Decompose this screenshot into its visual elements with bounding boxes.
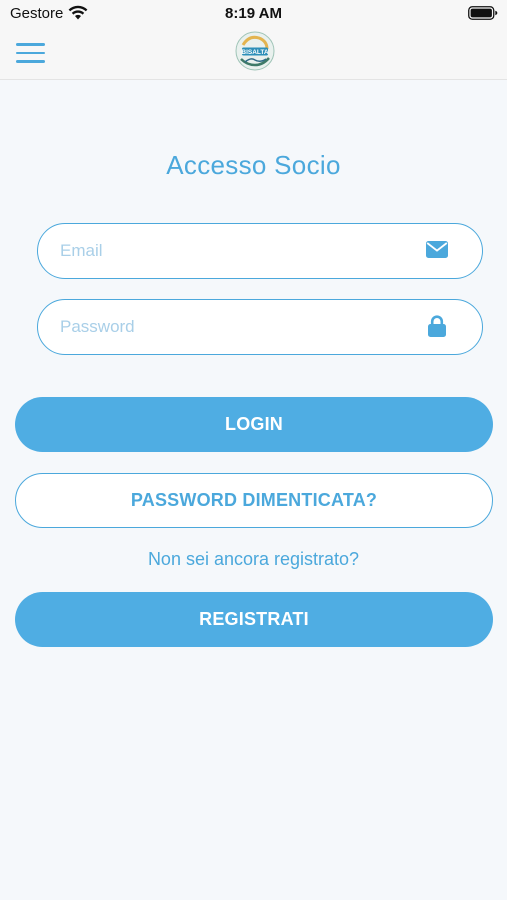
forgot-password-button[interactable]: PASSWORD DIMENTICATA?	[15, 473, 493, 528]
lock-icon	[428, 315, 446, 342]
clock-time: 8:19 AM	[225, 5, 282, 22]
envelope-icon	[426, 241, 448, 263]
status-bar: Gestore 8:19 AM	[0, 0, 507, 28]
logo-text: BISALTA	[241, 49, 269, 56]
password-field-container	[37, 299, 483, 355]
hamburger-menu-icon[interactable]	[16, 43, 46, 65]
register-button[interactable]: REGISTRATI	[15, 592, 493, 647]
password-input[interactable]	[60, 300, 420, 353]
battery-icon	[468, 6, 498, 25]
navigation-bar: BISALTA	[0, 28, 507, 80]
email-input[interactable]	[60, 224, 420, 277]
email-field-container	[37, 223, 483, 279]
login-button[interactable]: LOGIN	[15, 397, 493, 452]
page-title: Accesso Socio	[166, 150, 341, 180]
app-logo: BISALTA	[233, 29, 277, 78]
register-prompt-link[interactable]: Non sei ancora registrato?	[0, 549, 507, 570]
